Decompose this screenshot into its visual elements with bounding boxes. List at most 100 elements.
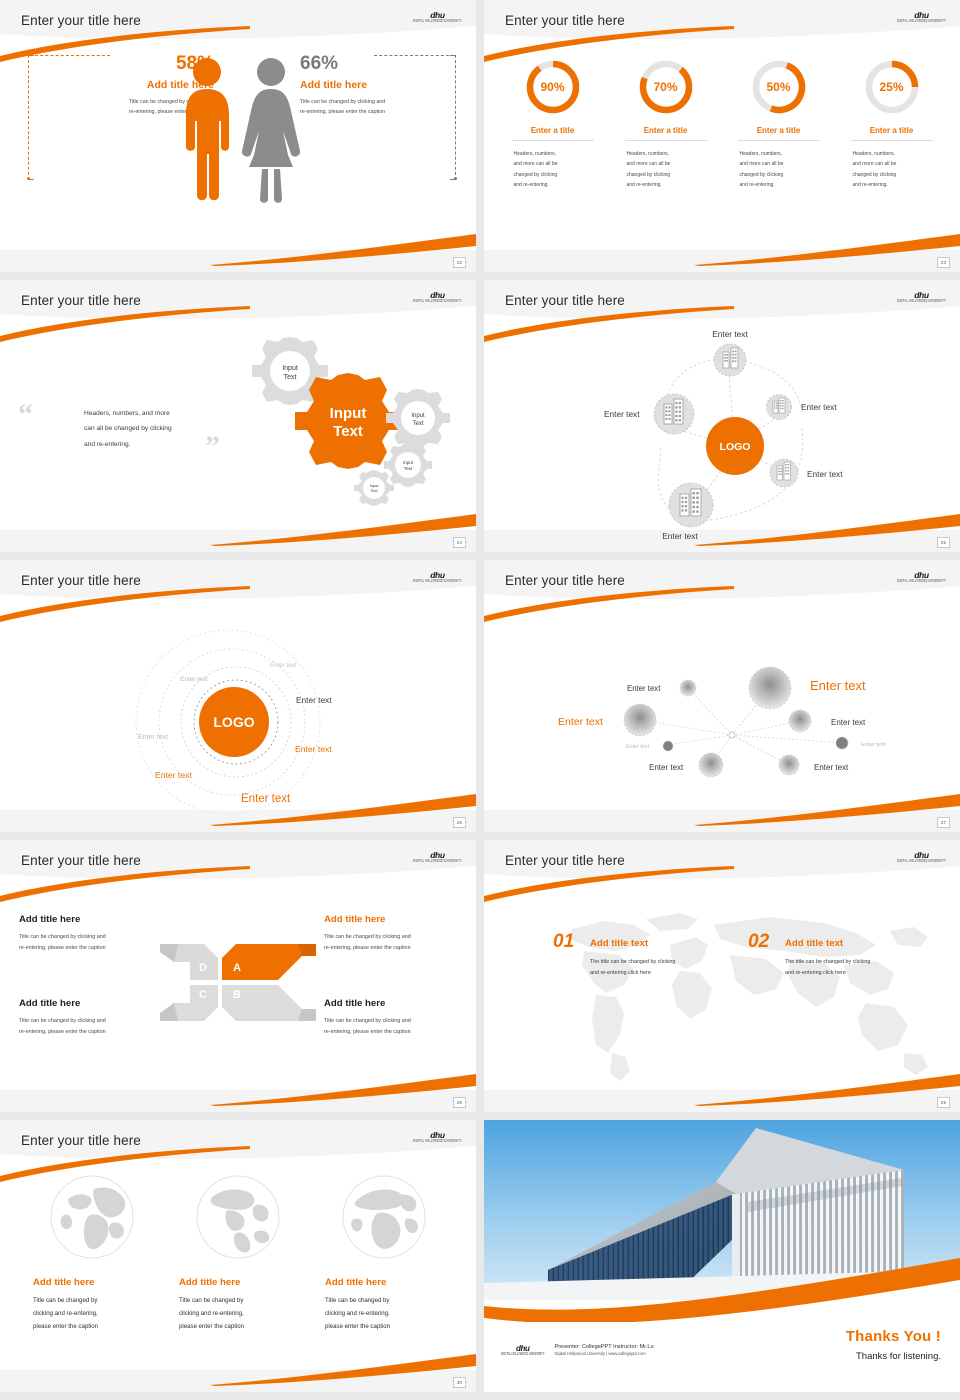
globe-card[interactable]: Add title here Title can be changed by cl… [325,1175,443,1333]
gear-label-5b: Text [370,488,378,493]
progress-ring-item[interactable]: 90% Enter a title Headers, numbers, and m… [511,58,594,190]
donut-chart-25: 25% [863,58,921,116]
ring-value: 90% [540,80,565,94]
ring-title: Enter a title [624,126,707,141]
node-label-6: Enter text [861,742,886,748]
center-node[interactable] [728,731,736,739]
quadrant-body: Title can be changed by clicking and re-e… [19,934,106,951]
node-bottom-right[interactable] [778,754,800,776]
node-label-5: Enter text [626,744,650,750]
slide-8[interactable]: Enter your title here dhu DIGITAL HOLLYW… [484,840,960,1112]
globe-icon-europe-africa [50,1175,134,1259]
node-label-bottom: Enter text [662,531,698,541]
quadrant-bottom-left: Add title here Title can be changed by c… [19,998,171,1038]
quote-text: Headers, numbers, and more can all be ch… [84,410,172,448]
node-label-3: Enter text [558,716,603,728]
node-mid-right[interactable] [788,709,812,733]
segment-label-c: C [199,989,207,1001]
node-small-top[interactable] [679,679,697,697]
presenter-line: Presenter: CollegePPT Instructor: Mr.Lu [554,1343,654,1350]
gear-label-1a: Input [282,365,298,372]
quadrant-heading: Add title here [19,998,81,1009]
segment-label-b: B [233,989,241,1001]
node-label-left: Enter text [604,409,640,419]
globe-card[interactable]: Add title here Title can be changed by cl… [33,1175,151,1333]
quadrant-top-left: Add title here Title can be changed by c… [19,914,171,954]
logo-subtext: DIGITAL HOLLYWOOD UNIVERSITY [501,1351,545,1357]
page-number: 26 [453,817,466,828]
quadrant-top-right: Add title here Title can be changed by c… [324,914,476,954]
gear-label-1b: Text [284,374,297,381]
quadrant-body: Title can be changed by clicking and re-e… [324,934,411,951]
node-tiny-left[interactable] [662,740,674,752]
page-number: 22 [453,257,466,268]
stat-right-caption: Title can be changed by clicking and re-… [300,99,386,115]
stat-right-heading: Add title here [300,79,368,91]
male-figure-icon [186,58,229,201]
page-number: 30 [453,1377,466,1388]
gear-cluster: Input Text Input Text Input Text Input T… [222,328,472,513]
stat-right-percent: 66% [300,53,339,74]
node-bottom[interactable] [668,482,714,528]
globe-card-heading: Add title here [325,1277,387,1288]
ring-title: Enter a title [850,126,933,141]
gear-label-4a: Input [403,460,414,465]
quadrant-bottom-right: Add title here Title can be changed by c… [324,998,476,1038]
globe-card-body: Title can be changed by clicking and re-e… [325,1297,391,1330]
quadrant-body: Title can be changed by clicking and re-e… [19,1018,106,1035]
globe-icon-africa-europe [342,1175,426,1259]
ring-value: 50% [766,80,791,94]
item-heading: Add title text [785,938,844,949]
globe-card[interactable]: Add title here Title can be changed by cl… [179,1175,297,1333]
ring-title: Enter a title [737,126,820,141]
node-label-right-lower: Enter text [807,469,843,479]
node-top[interactable] [713,343,747,377]
donut-chart-50: 50% [750,58,808,116]
slide-6[interactable]: Enter your title here dhu DIGITAL HOLLYW… [484,560,960,832]
numbered-item-01: 01 Add title text The title can be chang… [553,932,730,979]
node-right-upper[interactable] [766,394,792,420]
gear-label-3a: Input [411,413,425,419]
slide-7[interactable]: Enter your title here dhu DIGITAL HOLLYW… [0,840,476,1112]
gear-bottom: Input Text [354,470,394,506]
progress-ring-item[interactable]: 50% Enter a title Headers, numbers, and m… [737,58,820,190]
node-label-4: Enter text [831,718,866,727]
thanks-block: Thanks You ! Thanks for listening. [846,1328,941,1362]
slide-4[interactable]: Enter your title here dhu DIGITAL HOLLYW… [484,280,960,552]
node-large-top-right[interactable] [748,666,792,710]
slide-9[interactable]: Enter your title here dhu DIGITAL HOLLYW… [0,1120,476,1392]
node-bottom-left[interactable] [698,752,724,778]
page-number: 29 [937,1097,950,1108]
quadrant-heading: Add title here [324,914,386,925]
orbit-label-5: Enter text [295,744,332,754]
node-label-right-upper: Enter text [801,402,837,412]
node-left[interactable] [653,393,695,435]
world-map-background [570,913,928,1081]
slide-3[interactable]: Enter your title here dhu DIGITAL HOLLYW… [0,280,476,552]
progress-ring-item[interactable]: 25% Enter a title Headers, numbers, and m… [850,58,933,190]
segment-label-d: D [199,962,207,974]
stat-right: 66% Add title here Title can be changed … [300,54,470,118]
ring-value: 25% [879,80,904,94]
radial-network-diagram: Enter text Enter text Enter text Enter t… [484,600,960,826]
page-number: 24 [453,537,466,548]
donut-chart-70: 70% [637,58,695,116]
slide-10-thanks[interactable]: dhu DIGITAL HOLLYWOOD UNIVERSITY Present… [484,1120,960,1392]
node-tiny-right[interactable] [835,736,849,750]
node-label-2: Enter text [810,678,866,693]
ring-body: Headers, numbers, and more can all be cha… [626,151,671,188]
slide-1[interactable]: Enter your title here dhu DIGITAL HOLLYW… [0,0,476,272]
ring-body: Headers, numbers, and more can all be cha… [852,151,897,188]
slide-5[interactable]: Enter your title here dhu DIGITAL HOLLYW… [0,560,476,832]
page-number: 28 [453,1097,466,1108]
slide-deck: Enter your title here dhu DIGITAL HOLLYW… [0,0,960,1394]
globe-icon-americas [196,1175,280,1259]
slide-2[interactable]: Enter your title here dhu DIGITAL HOLLYW… [484,0,960,272]
node-right-lower[interactable] [769,458,799,488]
gear-main: Input Text [295,373,401,469]
node-large-left[interactable] [623,703,657,737]
item-number: 01 [553,931,575,952]
hub-label: LOGO [213,714,254,730]
progress-ring-item[interactable]: 70% Enter a title Headers, numbers, and m… [624,58,707,190]
quadrant-body: Title can be changed by clicking and re-e… [324,1018,411,1035]
